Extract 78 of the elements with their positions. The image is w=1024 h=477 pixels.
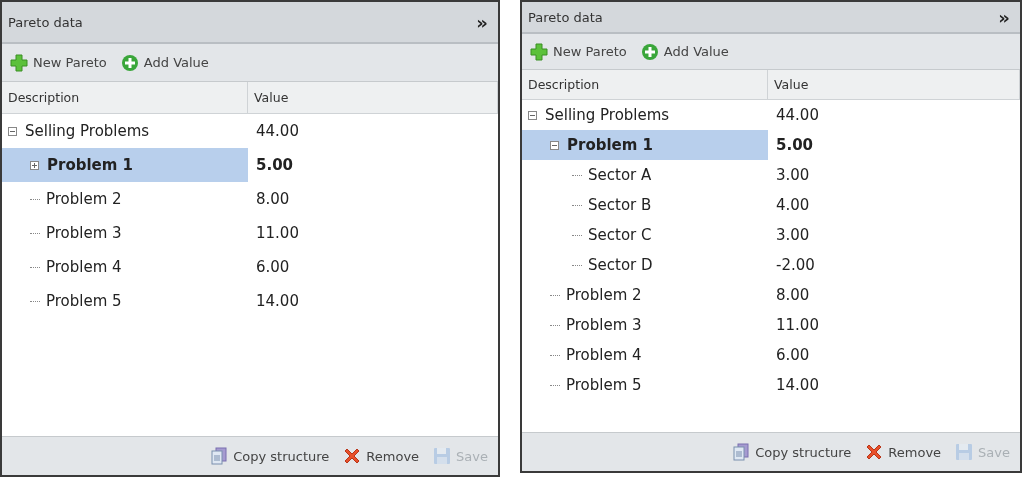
save-icon <box>433 447 452 465</box>
footer-button[interactable]: Copy structure <box>732 443 852 461</box>
column-heading[interactable]: Value <box>248 82 498 113</box>
value-cell-text: 5.00 <box>775 135 814 156</box>
tree-row[interactable]: Problem 3 <box>2 216 248 250</box>
column-heading[interactable]: Value <box>768 70 1020 99</box>
collapse-button[interactable]: » <box>998 6 1010 28</box>
value-cell-text: 11.00 <box>775 315 820 336</box>
tree-item-label: Problem 1 <box>567 136 654 154</box>
tree-row[interactable]: Sector C <box>522 220 768 250</box>
value-cell-text: 14.00 <box>255 291 300 312</box>
tree-row[interactable]: Problem 1 <box>522 130 768 160</box>
add-circle-icon <box>120 53 139 72</box>
tree-row[interactable]: Problem 2 <box>2 182 248 216</box>
toolbar-button[interactable]: New Pareto <box>10 53 107 72</box>
collapse-icon[interactable] <box>8 126 17 136</box>
tree-row[interactable]: Selling Problems <box>2 114 248 148</box>
toolbar-button[interactable]: Add Value <box>120 53 209 72</box>
value-cell-text: -2.00 <box>775 255 816 276</box>
tree-row[interactable]: Selling Problems <box>522 100 768 130</box>
value-cell-text: 3.00 <box>775 225 811 246</box>
plus-icon <box>10 53 28 72</box>
value-cell-text: 4.00 <box>775 195 811 216</box>
tree-item-label: Sector A <box>588 166 652 184</box>
footer-button[interactable]: Remove <box>343 447 420 465</box>
value-cell-text: 44.00 <box>775 105 820 126</box>
plus-icon <box>530 42 548 61</box>
value-cell-text: 8.00 <box>775 285 811 306</box>
value-cell-text: 6.00 <box>255 257 291 278</box>
copy-icon <box>210 447 229 465</box>
tree-item-label: Problem 1 <box>47 156 134 174</box>
tree-row[interactable]: Problem 5 <box>2 284 248 318</box>
tree-item-label: Problem 2 <box>46 190 122 208</box>
collapse-icon[interactable] <box>550 140 559 150</box>
collapse-icon[interactable] <box>528 110 537 120</box>
tree-row[interactable]: Problem 3 <box>522 310 768 340</box>
value-cell-text: 44.00 <box>255 121 300 142</box>
tree-item-label: Problem 2 <box>566 286 642 304</box>
tree-item-label: Sector B <box>588 196 652 214</box>
panel-title: Pareto data <box>528 9 603 25</box>
add-circle-icon <box>640 42 659 61</box>
footer-button[interactable]: Remove <box>865 443 942 461</box>
value-cell-text: 8.00 <box>255 189 291 210</box>
tree-row[interactable]: Problem 2 <box>522 280 768 310</box>
tree-item-label: Problem 5 <box>566 376 642 394</box>
toolbar-button[interactable]: New Pareto <box>530 42 627 61</box>
value-cell-text: 5.00 <box>255 155 294 176</box>
tree-item-label: Sector C <box>588 226 652 244</box>
tree-row[interactable]: Sector D <box>522 250 768 280</box>
tree-item-label: Problem 3 <box>566 316 642 334</box>
tree-row[interactable]: Sector B <box>522 190 768 220</box>
value-cell-text: 11.00 <box>255 223 300 244</box>
column-heading[interactable]: Description <box>2 82 248 113</box>
tree-item-label: Selling Problems <box>545 106 670 124</box>
tree-row[interactable]: Problem 4 <box>522 340 768 370</box>
panel-title: Pareto data <box>8 14 83 30</box>
tree-item-label: Problem 3 <box>46 224 122 242</box>
tree-item-label: Problem 5 <box>46 292 122 310</box>
tree-item-label: Sector D <box>588 256 653 274</box>
tree-item-label: Selling Problems <box>25 122 150 140</box>
tree-item-label: Problem 4 <box>46 258 122 276</box>
save-icon <box>955 443 974 461</box>
close-icon <box>865 443 884 461</box>
toolbar-button[interactable]: Add Value <box>640 42 729 61</box>
value-cell-text: 6.00 <box>775 345 811 366</box>
tree-row[interactable]: Problem 5 <box>522 370 768 400</box>
footer-button[interactable]: Copy structure <box>210 447 330 465</box>
close-icon <box>343 447 362 465</box>
tree-row[interactable]: Problem 4 <box>2 250 248 284</box>
copy-icon <box>732 443 751 461</box>
column-heading[interactable]: Description <box>522 70 768 99</box>
value-cell-text: 14.00 <box>775 375 820 396</box>
value-cell-text: 3.00 <box>775 165 811 186</box>
tree-item-label: Problem 4 <box>566 346 642 364</box>
expand-icon[interactable] <box>30 160 39 170</box>
tree-row[interactable]: Sector A <box>522 160 768 190</box>
collapse-button[interactable]: » <box>476 11 488 33</box>
tree-row[interactable]: Problem 1 <box>2 148 248 182</box>
